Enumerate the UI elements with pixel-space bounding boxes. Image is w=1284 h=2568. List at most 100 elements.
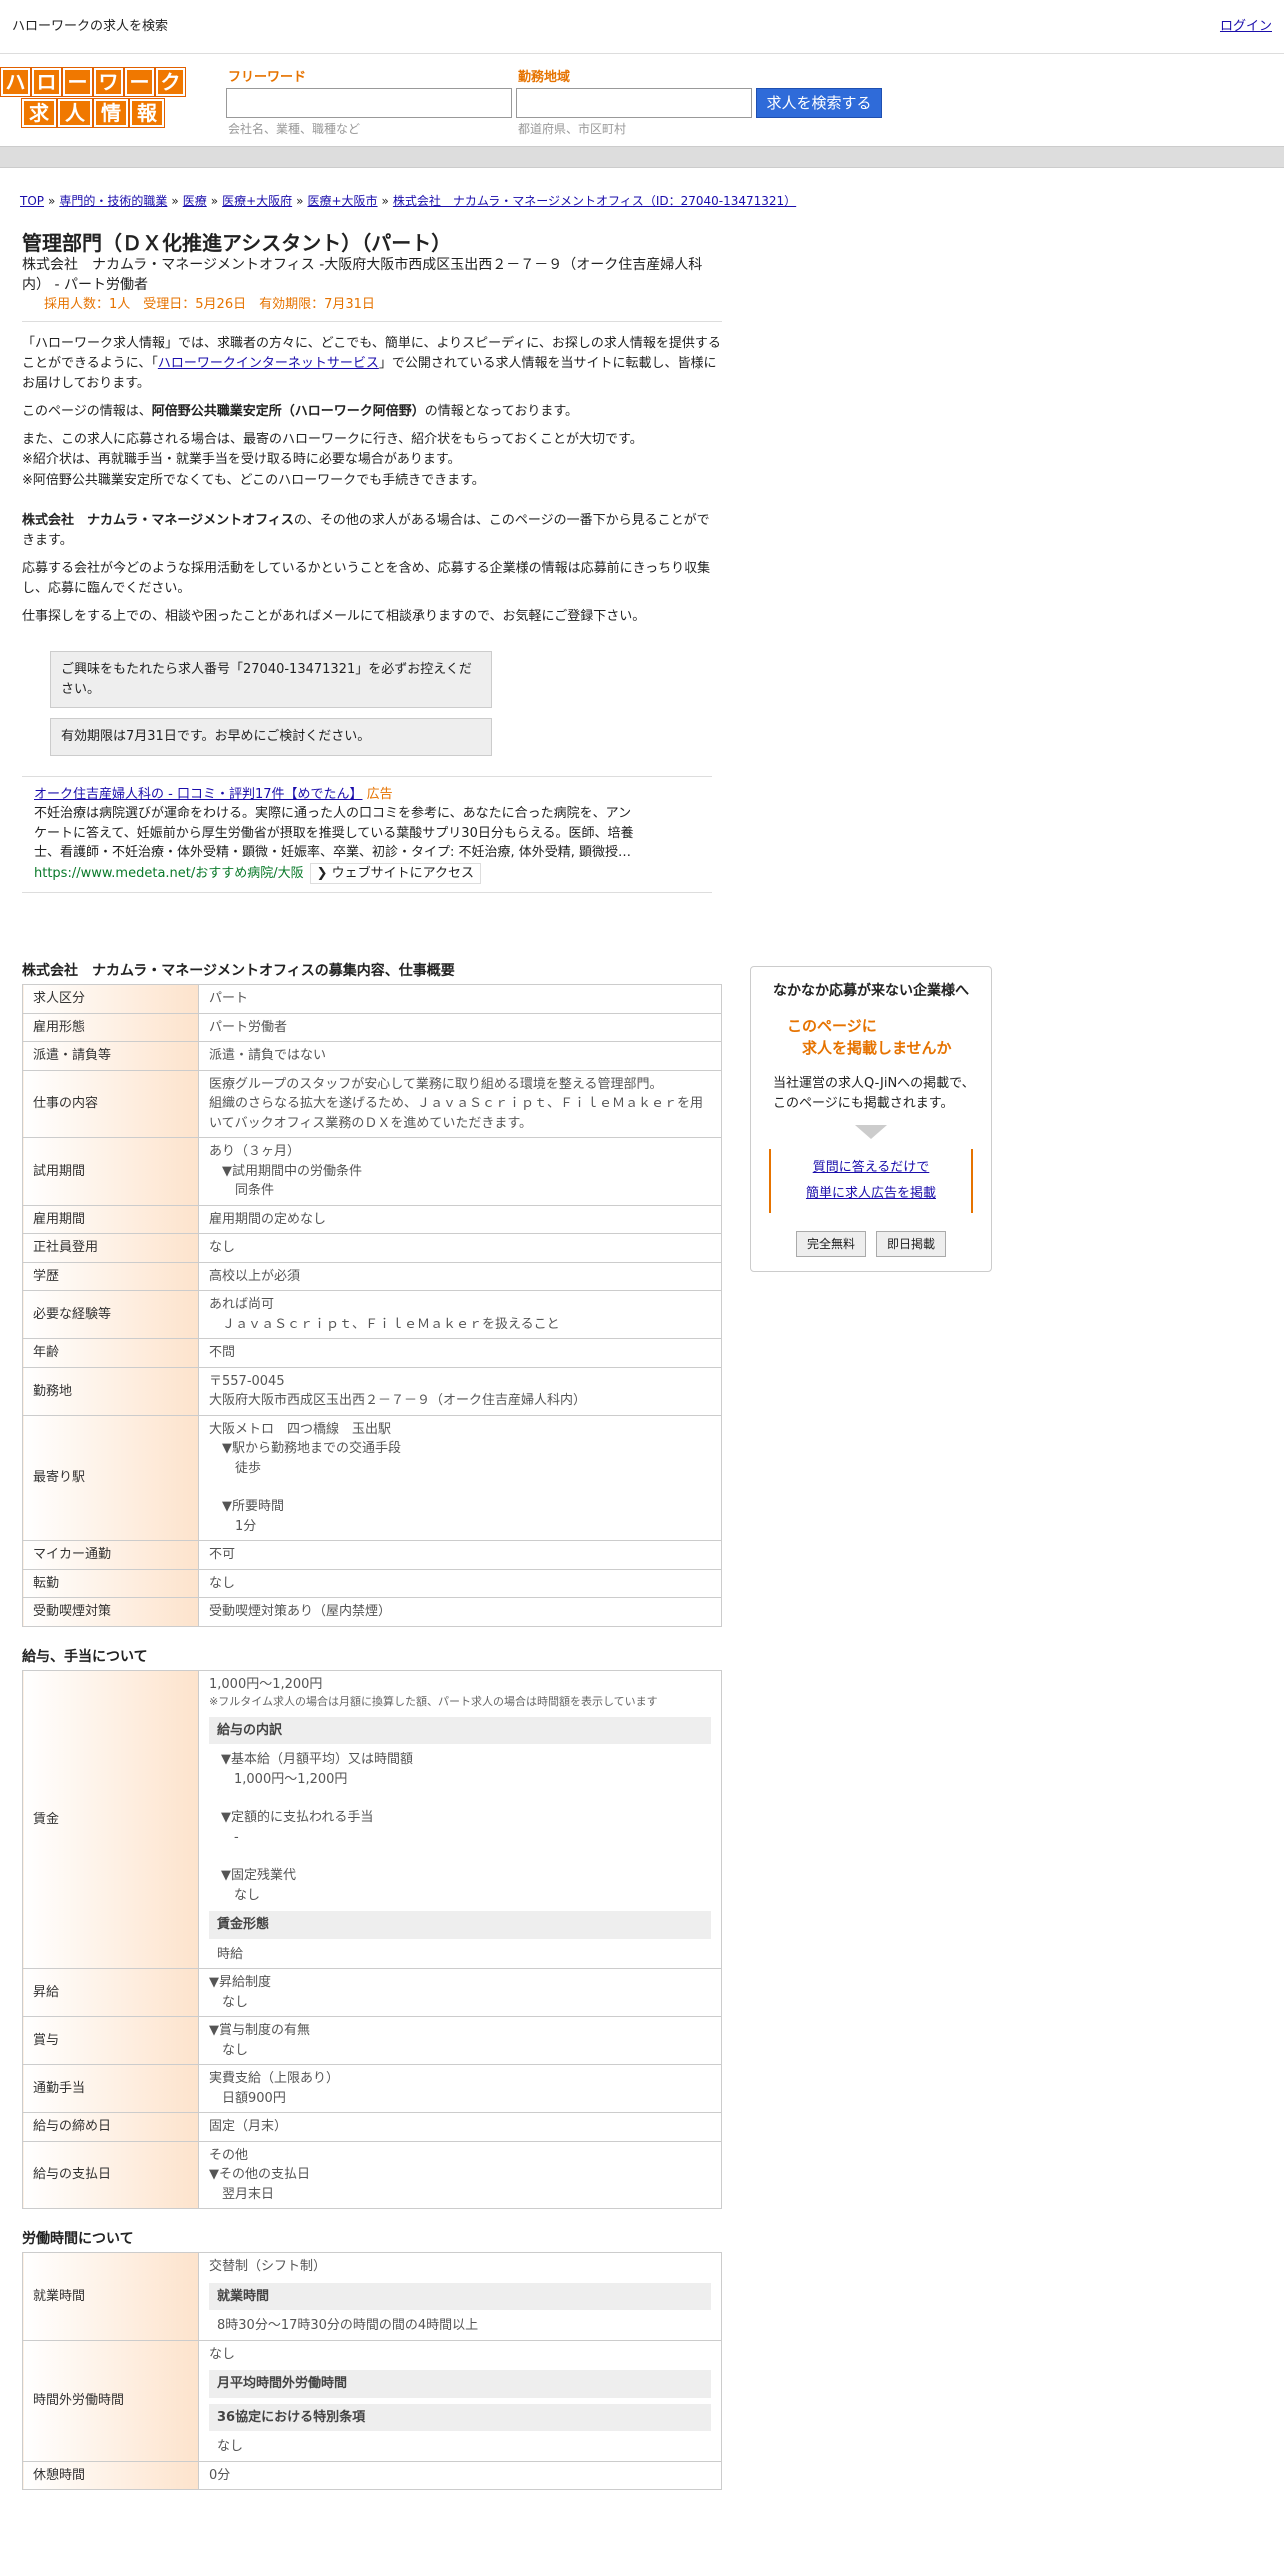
row-value: なし — [198, 1568, 722, 1599]
row-value: 実費支給（上限あり） 日額900円 — [198, 2064, 722, 2114]
row-value: その他 ▼その他の支払日 翌月末日 — [198, 2140, 722, 2210]
value-line: ▼所要時間 — [209, 1499, 284, 1515]
wage-item: ▼基本給（月額平均）又は時間額 — [221, 1752, 413, 1768]
article36-heading: 36協定における特別条項 — [209, 2403, 711, 2432]
free-button[interactable]: 完全無料 — [795, 1231, 866, 1258]
ad-body: 不妊治療は病院選びが運命をわける。実際に通った人の口コミを参考に、あなたに合った… — [34, 806, 634, 861]
job-number-note: ご興味をもたれたら求人番号「27040-13471321」を必ずお控えください。 — [50, 651, 492, 709]
overtime-heading: 月平均時間外労働時間 — [209, 2370, 711, 2398]
area-group: 勤務地域 都道府県、市区町村 — [516, 68, 752, 138]
job-meta: 採用人数：1人 受理日：5月26日 有効期限：7月31日 — [22, 295, 722, 322]
table-row: 試用期間 あり（３ヶ月） ▼試用期間中の労働条件 同条件 — [22, 1137, 722, 1206]
table-row: 雇用期間 雇用期間の定めなし — [22, 1204, 722, 1235]
hellowork-internet-link[interactable]: ハローワークインターネットサービス — [158, 356, 379, 371]
table-row: 就業時間 交替制（シフト制） 就業時間 8時30分〜17時30分の時間の間の4時… — [22, 2252, 722, 2341]
work-hours-heading: 就業時間 — [209, 2282, 711, 2311]
wage-range: 1,000円〜1,200円 — [209, 1676, 323, 1692]
value-line: なし — [209, 2042, 249, 2058]
breadcrumb-link[interactable]: 医療 — [183, 194, 207, 208]
table-row: 給与の支払日 その他 ▼その他の支払日 翌月末日 — [22, 2140, 722, 2210]
row-value: 高校以上が必須 — [198, 1261, 722, 1292]
table-row: 必要な経験等 あれば尚可 ＪａｖａＳｃｒｉｐｔ、ＦｉｌｅＭａｋｅｒを扱えること — [22, 1290, 722, 1340]
intro-paragraph-6: 仕事探しをする上での、相談や困ったことがあればメールにて相談承りますので、お気軽… — [22, 609, 646, 625]
hours-table: 就業時間 交替制（シフト制） 就業時間 8時30分〜17時30分の時間の間の4時… — [22, 2252, 722, 2491]
row-label: 仕事の内容 — [22, 1069, 199, 1139]
work-hours: 8時30分〜17時30分の時間の間の4時間以上 — [217, 2318, 479, 2334]
row-label: 年齢 — [22, 1338, 199, 1368]
value-line: ＪａｖａＳｃｒｉｐｔ、ＦｉｌｅＭａｋｅｒを扱えること — [209, 1316, 560, 1332]
logo-char: 人 — [57, 98, 93, 128]
row-value: 0分 — [198, 2460, 722, 2491]
breadcrumb-separator: » — [210, 194, 219, 208]
keyword-group: フリーワード 会社名、業種、職種など — [226, 68, 512, 138]
main-content: 管理部門（ＤＸ化推進アシスタント）（パート） 株式会社 ナカムラ・マネージメント… — [22, 230, 722, 2491]
value-line: ▼昇給制度 — [209, 1975, 271, 1991]
intro-paragraph-4: 株式会社 ナカムラ・マネージメントオフィスの、その他の求人がある場合は、このペー… — [22, 512, 710, 548]
row-value: 医療グループのスタッフが安心して業務に取り組める環境を整える管理部門。 組織のさら… — [198, 1069, 722, 1139]
ad-block: オーク住吉産婦人科の - 口コミ・評判17件【めでたん】 広告 不妊治療は病院選… — [22, 775, 712, 894]
value-line: 雇用期間の定めなし — [209, 1211, 327, 1227]
value-line: なし — [209, 1240, 236, 1256]
table-row: 正社員登用 なし — [22, 1233, 722, 1263]
wage-item: ▼固定残業代 — [221, 1868, 296, 1884]
value-line — [209, 1478, 711, 1497]
ad-url[interactable]: https://www.medeta.net/おすすめ病院/大阪 — [34, 866, 304, 881]
row-label: 通勤手当 — [22, 2064, 199, 2114]
row-label: 雇用期間 — [22, 1204, 199, 1235]
search-button[interactable]: 求人を検索する — [756, 88, 882, 118]
value-line: なし — [209, 1575, 236, 1591]
breadcrumb-link[interactable]: 医療+大阪市 — [307, 194, 377, 208]
row-label: 正社員登用 — [22, 1233, 199, 1263]
table-row: 勤務地 〒557-0045 大阪府大阪市西成区玉出西２－７－９（オーク住吉産婦人科内… — [22, 1366, 722, 1416]
promo-text: 当社運営の求人Q-JiNへの掲載で、このページにも掲載されます。 — [773, 1075, 975, 1112]
row-value: あり（３ヶ月） ▼試用期間中の労働条件 同条件 — [198, 1137, 722, 1206]
ad-title-link[interactable]: オーク住吉産婦人科の - 口コミ・評判17件【めでたん】 — [34, 787, 363, 802]
login-link[interactable]: ログイン — [1220, 17, 1272, 37]
header: ハローワーク 求人情報 フリーワード 会社名、業種、職種など 勤務地域 都道府県… — [0, 54, 1284, 146]
expiry-note: 有効期限は7月31日です。お早めにご検討ください。 — [50, 718, 492, 756]
table-row: 派遣・請負等 派遣・請負ではない — [22, 1041, 722, 1071]
keyword-label: フリーワード — [228, 70, 307, 85]
value-line: 派遣・請負ではない — [209, 1048, 327, 1064]
row-label: マイカー通勤 — [22, 1540, 199, 1570]
company-line: 株式会社 ナカムラ・マネージメントオフィス -大阪府大阪市西成区玉出西２－７－９… — [22, 257, 703, 293]
promo-links: 質問に答えるだけで 簡単に求人広告を掲載 — [769, 1149, 973, 1214]
table-row: 雇用形態 パート労働者 — [22, 1012, 722, 1043]
same-day-button[interactable]: 即日掲載 — [876, 1231, 947, 1258]
area-input[interactable] — [516, 88, 752, 118]
intro-paragraph-5: 応募する会社が今どのような採用活動をしているかということを含め、応募する企業様の… — [22, 560, 711, 597]
value-line: ▼駅から勤務地までの交通手段 — [209, 1441, 401, 1457]
table-row: 昇給 ▼昇給制度 なし — [22, 1968, 722, 2018]
keyword-input[interactable] — [226, 88, 512, 118]
row-value: ▼賞与制度の有無 なし — [198, 2016, 722, 2066]
row-label: 賃金 — [22, 1669, 199, 1970]
breadcrumb-link[interactable]: 医療+大阪府 — [222, 194, 292, 208]
row-label: 勤務地 — [22, 1366, 199, 1416]
table-row: マイカー通勤 不可 — [22, 1540, 722, 1570]
logo-char: ハ — [0, 67, 31, 97]
value-line: 徒歩 — [209, 1460, 262, 1476]
keyword-hint: 会社名、業種、職種など — [228, 122, 361, 136]
job-title: 管理部門（ＤＸ化推進アシスタント）（パート） — [22, 231, 452, 255]
row-label: 派遣・請負等 — [22, 1041, 199, 1071]
wage-item: 1,000円〜1,200円 — [221, 1771, 348, 1787]
area-hint: 都道府県、市区町村 — [518, 122, 627, 136]
section-overview-title: 株式会社 ナカムラ・マネージメントオフィスの募集内容、仕事概要 — [22, 963, 455, 980]
promo-link-post[interactable]: 簡単に求人広告を掲載 — [806, 1186, 936, 1201]
promo-link-questions[interactable]: 質問に答えるだけで — [813, 1160, 930, 1175]
value-line: パート — [209, 991, 249, 1007]
value-line: あれば尚可 — [209, 1297, 275, 1313]
breadcrumb-link[interactable]: TOP — [20, 194, 44, 208]
row-label: 受動喫煙対策 — [22, 1597, 199, 1627]
row-value: 不問 — [198, 1338, 722, 1368]
intro-paragraph-1: 「ハローワーク求人情報」では、求職者の方々に、どこでも、簡単に、よりスピーディに… — [22, 335, 721, 391]
work-shift: 交替制（シフト制） — [209, 2259, 327, 2275]
breadcrumb-link[interactable]: 専門的・技術的職業 — [59, 194, 167, 208]
value-line: 日額900円 — [209, 2090, 286, 2106]
value-line: 大阪府大阪市西成区玉出西２－７－９（オーク住吉産婦人科内） — [209, 1393, 587, 1409]
hellowork-logo[interactable]: ハローワーク 求人情報 — [0, 67, 186, 128]
ad-visit-button[interactable]: ❯ ウェブサイトにアクセス — [309, 862, 482, 885]
wage-item: なし — [221, 1887, 261, 1903]
breadcrumb-link[interactable]: 株式会社 ナカムラ・マネージメントオフィス（ID：27040-13471321） — [393, 194, 796, 208]
top-bar: ハローワークの求人を検索 ログイン — [0, 0, 1284, 54]
